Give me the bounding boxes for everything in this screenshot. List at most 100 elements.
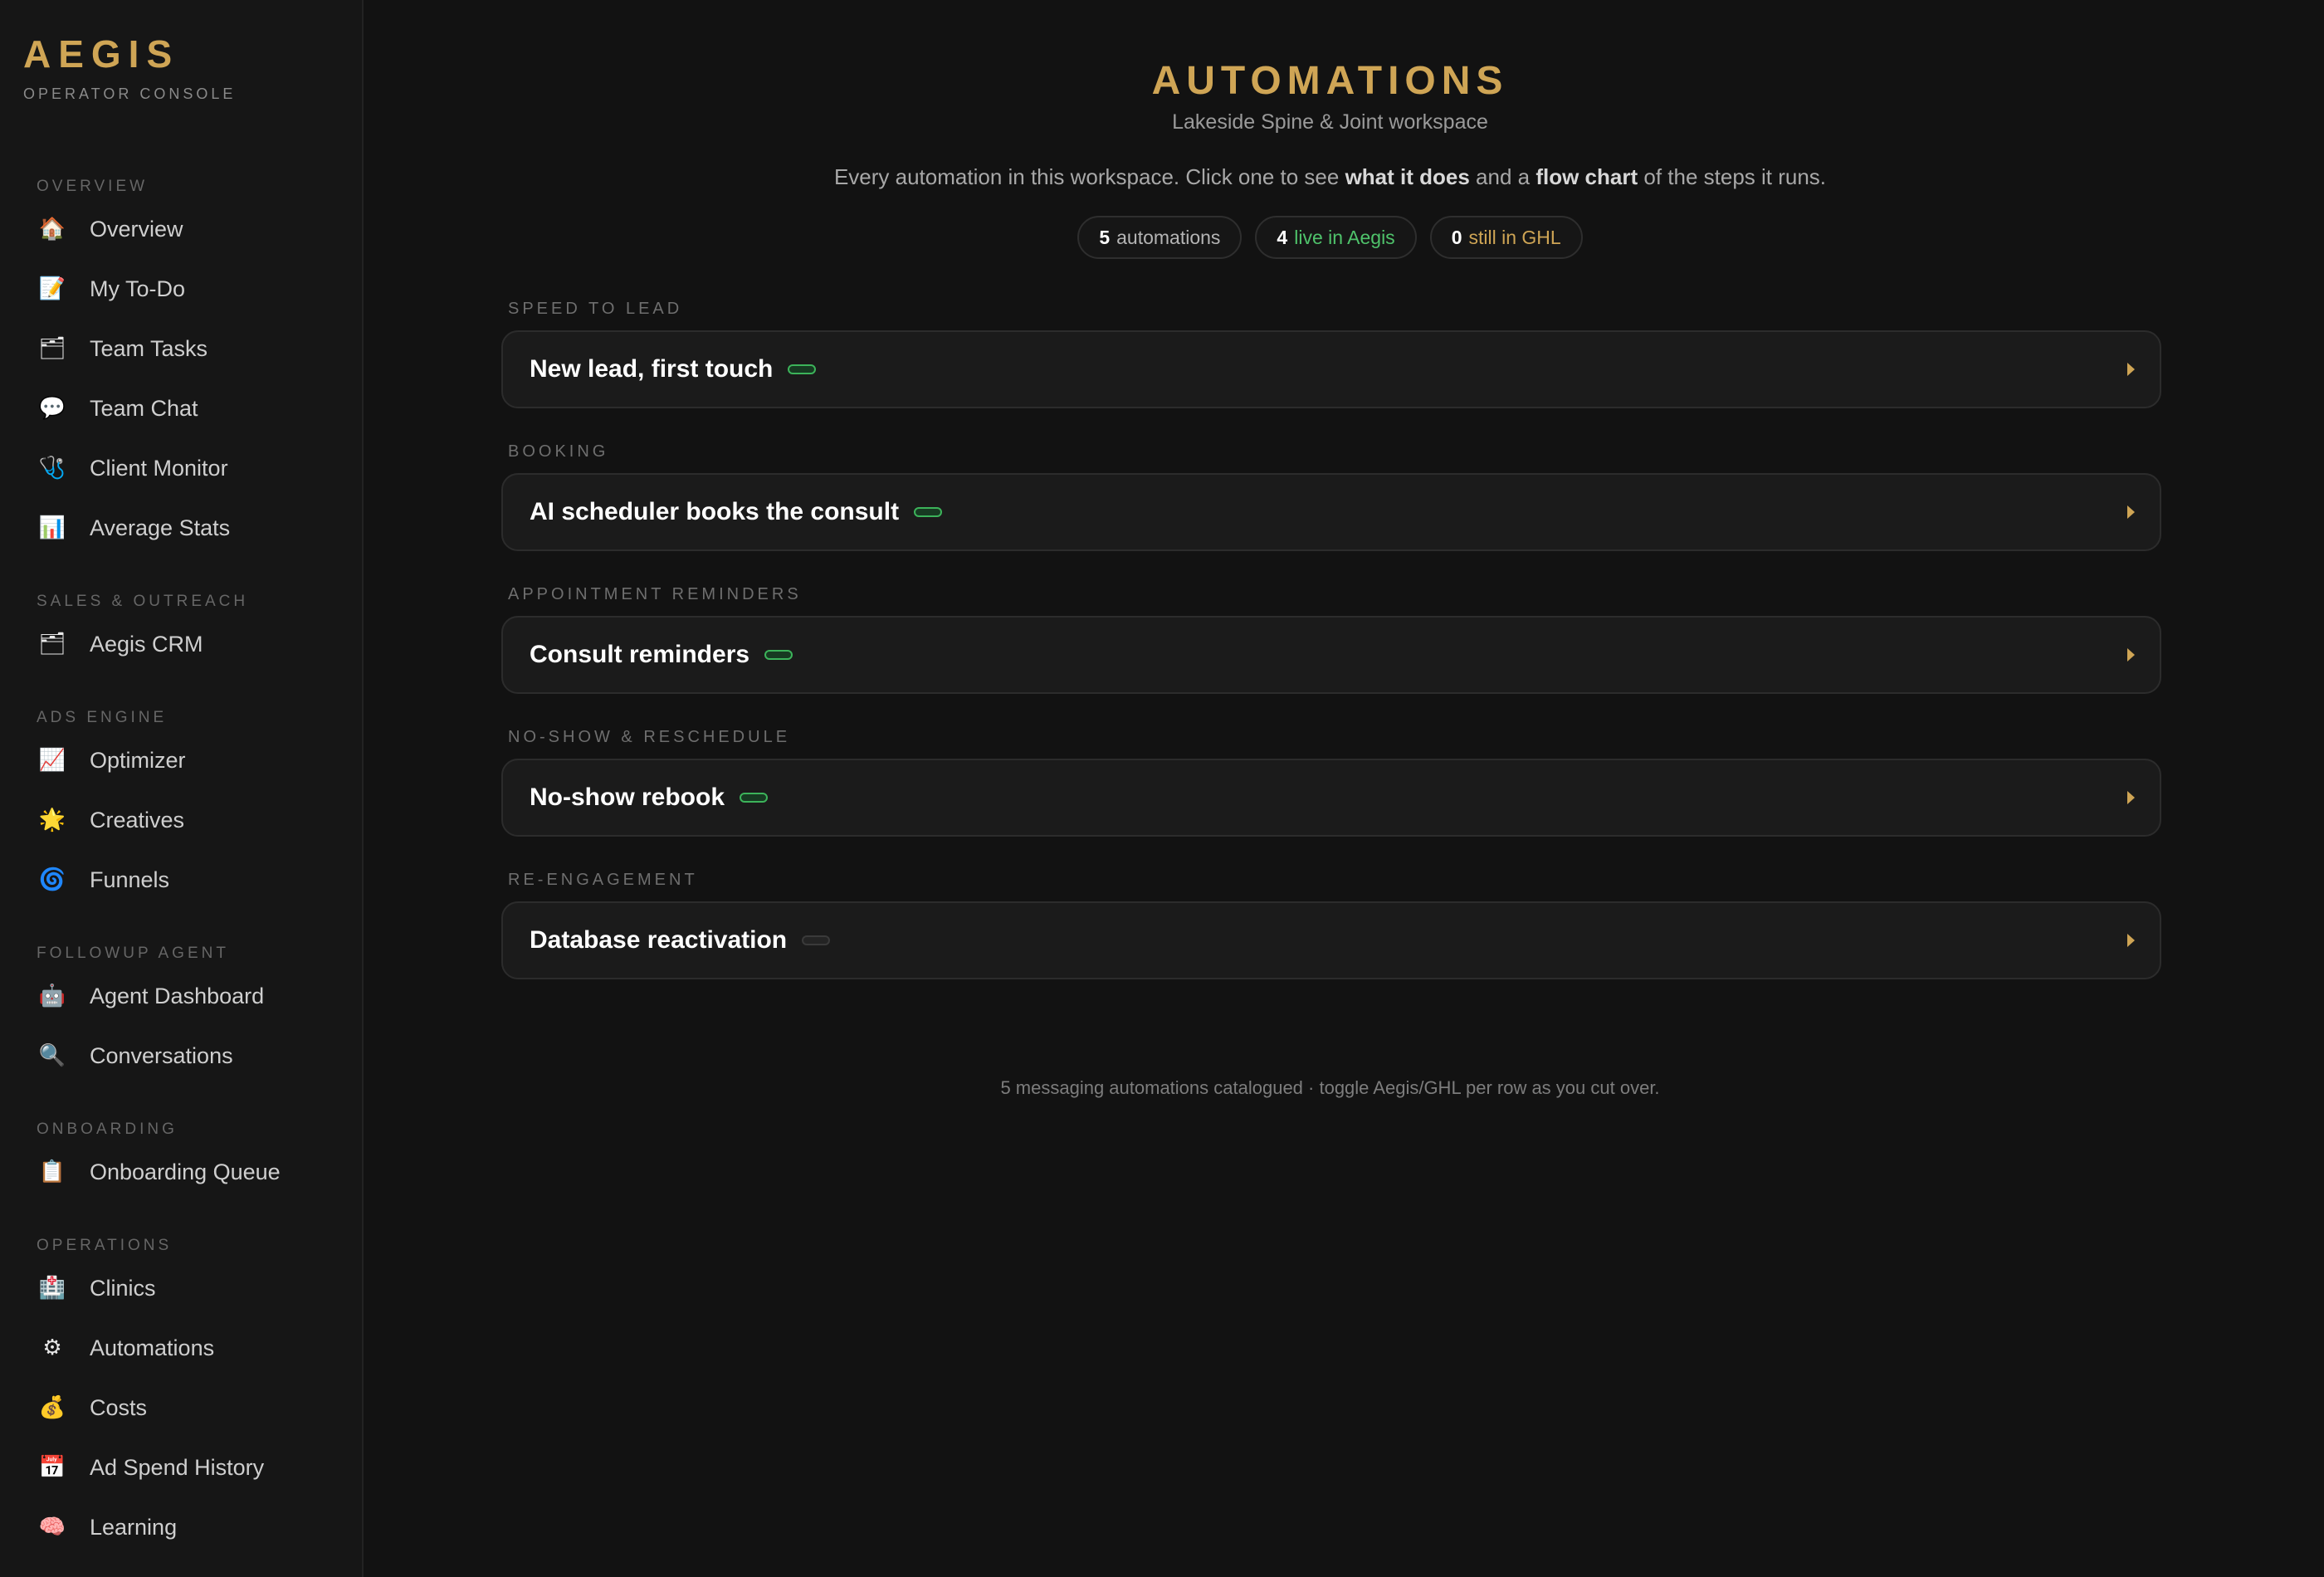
clipboard-icon: 📋 [38,1160,66,1184]
sidebar-item-label: Onboarding Queue [90,1160,281,1184]
aegis-ghl-toggle[interactable] [740,793,769,803]
sidebar-item-label: Funnels [90,867,170,892]
hospital-icon: 🏥 [38,1276,66,1301]
sidebar-item-conversations[interactable]: 🔍 Conversations [0,1026,362,1086]
sidebar-item-label: Aegis CRM [90,632,203,657]
intro-part: of the steps it runs. [1638,164,1827,189]
workspace-name: Lakeside Spine & Joint workspace [1172,110,1488,134]
intro-emphasis: what it does [1345,164,1470,189]
sidebar-item-average-stats[interactable]: 📊 Average Stats [0,498,362,558]
sidebar-item-label: Learning [90,1515,178,1540]
aegis-ghl-toggle[interactable] [788,364,817,374]
sidebar-item-label: Conversations [90,1043,233,1068]
automation-card[interactable]: No-show rebook [501,759,2161,837]
nav-section-label: ADS ENGINE [37,709,168,726]
sidebar-item-client-monitor[interactable]: 🩺 Client Monitor [0,438,362,498]
sidebar-item-label: Client Monitor [90,456,228,481]
money-bag-icon: 💰 [38,1395,66,1420]
group-label: APPOINTMENT REMINDERS [508,585,802,603]
group-label: BOOKING [508,442,609,461]
group-label: RE-ENGAGEMENT [508,871,698,889]
automation-group: BOOKING AI scheduler books the consult [501,438,2161,551]
still-in-ghl-badge: 0 still in GHL [1429,216,1583,259]
automation-group: NO-SHOW & RESCHEDULE No-show rebook [501,724,2161,837]
chat-bubble-icon: 💬 [38,396,66,421]
automation-card[interactable]: AI scheduler books the consult [501,473,2161,551]
sidebar-item-optimizer[interactable]: 📈 Optimizer [0,730,362,790]
sidebar-item-label: Optimizer [90,748,186,773]
stat-count: 5 [1099,226,1111,248]
gear-icon: ⚙ [42,1335,62,1360]
stethoscope-icon: 🩺 [38,456,66,481]
chevron-right-icon [2127,363,2135,376]
stats-row: 5 automations 4 live in Aegis 0 still in… [365,216,2295,259]
sidebar-item-automations[interactable]: ⚙ Automations [0,1318,362,1378]
brand-logo: AEGIS [23,32,180,76]
main-content: AUTOMATIONS Lakeside Spine & Joint works… [365,0,2324,1577]
automation-title: Database reactivation [530,926,788,954]
spiral-icon: 🌀 [38,867,66,892]
house-icon: 🏠 [38,217,66,242]
chevron-right-icon [2127,505,2135,519]
sidebar-item-label: Ad Spend History [90,1455,265,1480]
automation-title: Consult reminders [530,641,750,668]
automation-title: AI scheduler books the consult [530,498,900,525]
group-label: SPEED TO LEAD [508,300,683,318]
nav-section-label: OPERATIONS [37,1237,173,1254]
automation-group: SPEED TO LEAD New lead, first touch [501,295,2161,408]
aegis-ghl-toggle[interactable] [802,935,831,945]
sidebar-item-label: Agent Dashboard [90,984,265,1008]
footnote: 5 messaging automations catalogued · tog… [1000,1077,1660,1098]
automation-card[interactable]: Database reactivation [501,901,2161,979]
magnifier-icon: 🔍 [38,1043,66,1068]
sidebar-item-my-to-do[interactable]: 📝 My To-Do [0,259,362,319]
sidebar-item-team-tasks[interactable]: 🗂 Team Tasks [0,319,362,378]
sidebar-item-label: Automations [90,1335,215,1360]
folder-icon: 🗂 [38,632,66,657]
sidebar: AEGIS OPERATOR CONSOLE OVERVIEW 🏠 Overview… [0,0,364,1577]
stat-count: 0 [1451,226,1462,248]
sidebar-nav: OVERVIEW 🏠 Overview 📝 My To-Do 🗂 Team Tasks 💬 Te… [0,169,362,1557]
total-automations-badge: 5 automations [1077,216,1243,259]
stat-label: still in GHL [1468,226,1561,248]
sidebar-item-agent-dashboard[interactable]: 🤖 Agent Dashboard [0,966,362,1026]
brand-subtitle: OPERATOR CONSOLE [23,85,237,102]
sidebar-item-label: My To-Do [90,276,186,301]
chevron-right-icon [2127,648,2135,662]
aegis-ghl-toggle[interactable] [914,507,943,517]
sidebar-item-team-chat[interactable]: 💬 Team Chat [0,378,362,438]
bar-chart-icon: 📊 [38,515,66,540]
sidebar-item-label: Costs [90,1395,148,1420]
stat-count: 4 [1277,226,1288,248]
memo-icon: 📝 [38,276,66,301]
sidebar-item-ad-spend-history[interactable]: 📅 Ad Spend History [0,1438,362,1497]
nav-section-label: OVERVIEW [37,178,149,195]
sidebar-item-clinics[interactable]: 🏥 Clinics [0,1258,362,1318]
stat-label: live in Aegis [1294,226,1395,248]
sidebar-item-overview[interactable]: 🏠 Overview [0,199,362,259]
brand: AEGIS OPERATOR CONSOLE [23,32,236,103]
nav-section-label: FOLLOWUP AGENT [37,945,229,962]
calendar-icon: 📅 [38,1455,66,1480]
sidebar-item-creatives[interactable]: 🌟 Creatives [0,790,362,850]
automation-card[interactable]: New lead, first touch [501,330,2161,408]
intro-part: and a [1469,164,1536,189]
sidebar-item-onboarding-queue[interactable]: 📋 Onboarding Queue [0,1142,362,1202]
star-icon: 🌟 [38,808,66,832]
automation-card[interactable]: Consult reminders [501,616,2161,694]
automation-title: No-show rebook [530,784,725,811]
intro-text: Every automation in this workspace. Clic… [365,162,2295,192]
sidebar-item-aegis-crm[interactable]: 🗂 Aegis CRM [0,614,362,674]
group-label: NO-SHOW & RESCHEDULE [508,728,791,746]
sidebar-item-learning[interactable]: 🧠 Learning [0,1497,362,1557]
aegis-ghl-toggle[interactable] [764,650,793,660]
sidebar-item-label: Clinics [90,1276,156,1301]
sidebar-item-costs[interactable]: 💰 Costs [0,1378,362,1438]
intro-emphasis: flow chart [1536,164,1638,189]
sidebar-item-funnels[interactable]: 🌀 Funnels [0,850,362,910]
